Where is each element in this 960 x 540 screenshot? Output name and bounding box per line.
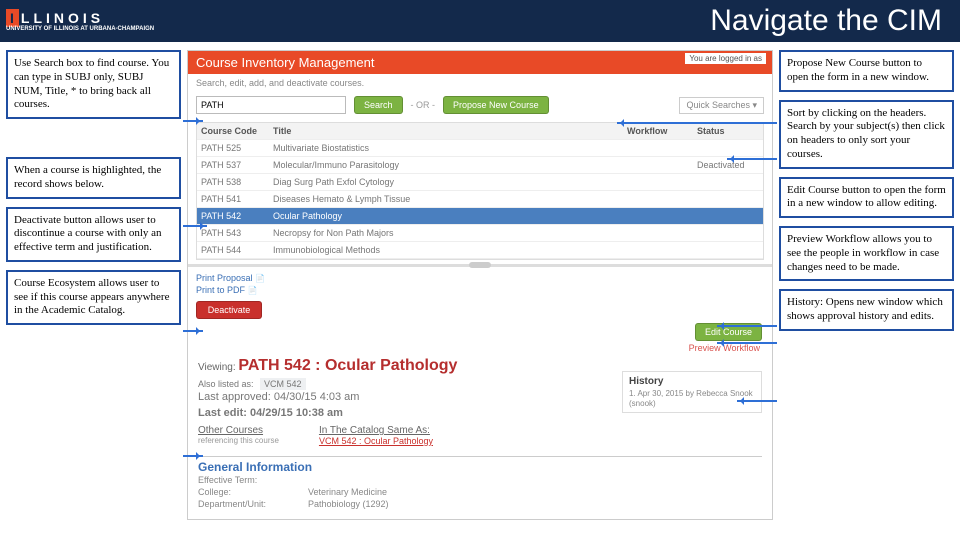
callout-sort: Sort by clicking on the headers. Search … xyxy=(779,100,954,169)
college-label: College: xyxy=(198,487,308,497)
history-box[interactable]: History 1. Apr 30, 2015 by Rebecca Snook… xyxy=(622,371,762,413)
preview-workflow-link[interactable]: Preview Workflow xyxy=(188,343,772,353)
arrow xyxy=(617,122,777,124)
arrow xyxy=(183,330,203,332)
cim-app: You are logged in as Course Inventory Ma… xyxy=(187,50,773,520)
table-row[interactable]: PATH 538Diag Surg Path Exfol Cytology xyxy=(197,174,763,191)
table-row[interactable]: PATH 543Necropsy for Non Path Majors xyxy=(197,225,763,242)
callout-search: Use Search box to find course. You can t… xyxy=(6,50,181,119)
viewing-course: PATH 542 : Ocular Pathology xyxy=(238,357,457,374)
callout-edit: Edit Course button to open the form in a… xyxy=(779,177,954,219)
col-title[interactable]: Title xyxy=(269,123,623,139)
login-status: You are logged in as xyxy=(685,53,766,64)
course-table: Course Code Title Workflow Status PATH 5… xyxy=(196,122,764,260)
pdf-icon: 📄 xyxy=(255,274,265,283)
pdf-icon: 📄 xyxy=(248,286,258,295)
arrow xyxy=(183,455,203,457)
table-row[interactable]: PATH 537Molecular/Immuno ParasitologyDea… xyxy=(197,157,763,174)
slide-header: ILLINOIS UNIVERSITY OF ILLINOIS AT URBAN… xyxy=(0,0,960,42)
table-header[interactable]: Course Code Title Workflow Status xyxy=(197,123,763,140)
callout-ecosystem: Course Ecosystem allows user to see if t… xyxy=(6,270,181,325)
col-workflow[interactable]: Workflow xyxy=(623,123,693,139)
propose-new-course-button[interactable]: Propose New Course xyxy=(443,96,549,114)
col-status[interactable]: Status xyxy=(693,123,763,139)
dept-value: Pathobiology (1292) xyxy=(308,499,389,509)
table-row[interactable]: PATH 525Multivariate Biostatistics xyxy=(197,140,763,157)
slide-title: Navigate the CIM xyxy=(710,4,942,38)
arrow xyxy=(717,325,777,327)
callout-preview: Preview Workflow allows you to see the p… xyxy=(779,226,954,281)
print-proposal-link[interactable]: Print Proposal 📄 xyxy=(196,273,265,283)
table-row[interactable]: PATH 541Diseases Hemato & Lymph Tissue xyxy=(197,191,763,208)
col-code[interactable]: Course Code xyxy=(197,123,269,139)
general-info-header: General Information xyxy=(198,456,762,474)
logo-i: I xyxy=(6,9,19,27)
search-input[interactable] xyxy=(196,96,346,114)
catalog-link[interactable]: VCM 542 : Ocular Pathology xyxy=(319,436,433,446)
eff-term-label: Effective Term: xyxy=(198,475,308,485)
callout-propose: Propose New Course button to open the fo… xyxy=(779,50,954,92)
arrow xyxy=(183,120,203,122)
app-subtitle: Search, edit, add, and deactivate course… xyxy=(188,74,772,92)
callout-history: History: Opens new window which shows ap… xyxy=(779,289,954,331)
split-handle[interactable] xyxy=(188,264,772,267)
college-value: Veterinary Medicine xyxy=(308,487,387,497)
quick-searches-dropdown[interactable]: Quick Searches ▾ xyxy=(679,97,764,114)
table-row[interactable]: PATH 544Immunobiological Methods xyxy=(197,242,763,259)
arrow xyxy=(727,158,777,160)
callout-highlight: When a course is highlighted, the record… xyxy=(6,157,181,199)
dept-label: Department/Unit: xyxy=(198,499,308,509)
arrow xyxy=(717,342,777,344)
arrow xyxy=(183,225,207,227)
viewing-label: Viewing: xyxy=(198,362,236,373)
arrow xyxy=(737,400,777,402)
print-pdf-link[interactable]: Print to PDF 📄 xyxy=(196,285,265,295)
history-title: History xyxy=(629,376,755,387)
also-listed-value: VCM 542 xyxy=(260,378,306,390)
catalog-block: In The Catalog Same As: VCM 542 : Ocular… xyxy=(319,425,433,446)
other-courses-block[interactable]: Other Courses referencing this course xyxy=(198,425,279,446)
illinois-logo: ILLINOIS UNIVERSITY OF ILLINOIS AT URBAN… xyxy=(6,10,154,32)
search-button[interactable]: Search xyxy=(354,96,403,114)
table-row[interactable]: PATH 542Ocular Pathology xyxy=(197,208,763,225)
also-listed-label: Also listed as: xyxy=(198,379,254,389)
callout-deactivate: Deactivate button allows user to discont… xyxy=(6,207,181,262)
deactivate-button[interactable]: Deactivate xyxy=(196,301,262,319)
or-divider: - OR - xyxy=(411,100,436,110)
